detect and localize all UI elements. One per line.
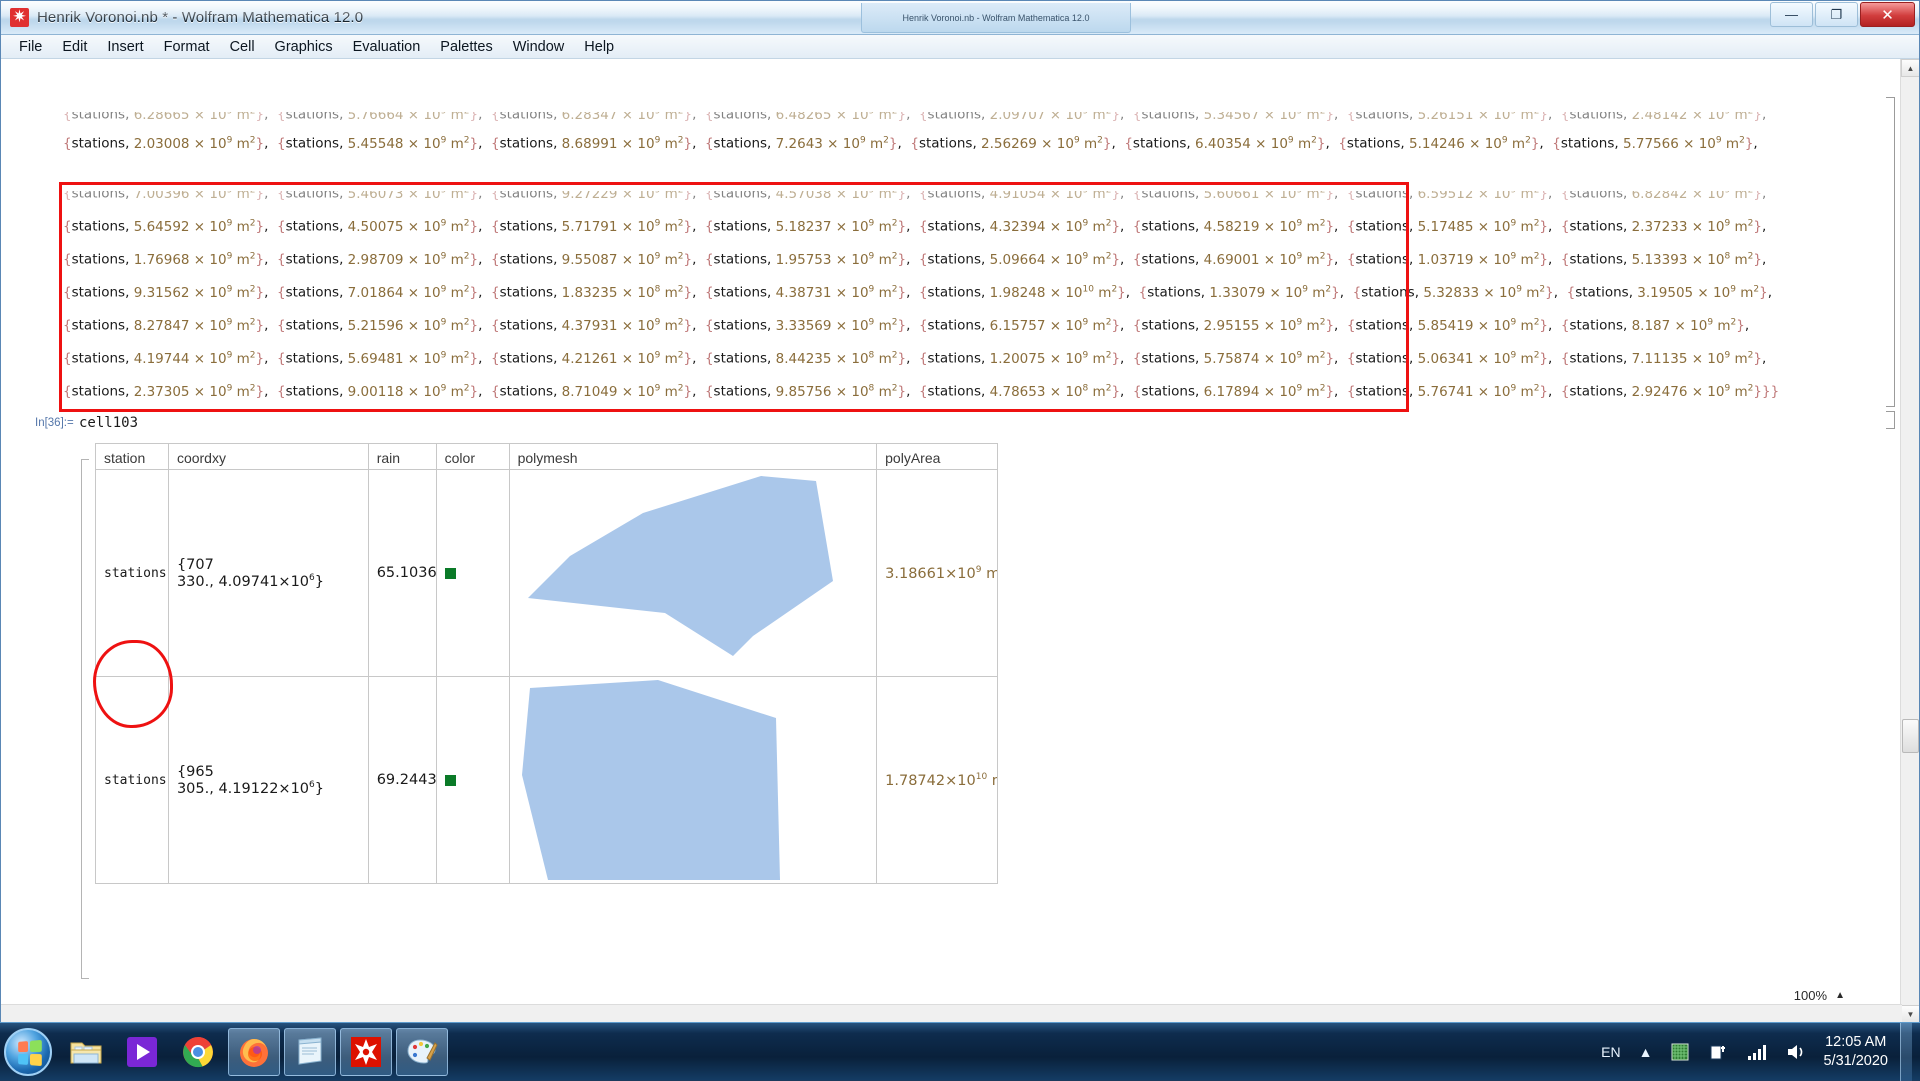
clock-time: 12:05 AM: [1823, 1033, 1888, 1052]
cell-polymesh[interactable]: [510, 677, 878, 884]
cell-rain: 69.2443: [369, 677, 437, 884]
mathematica-window: Henrik Voronoi.nb * - Wolfram Mathematic…: [0, 0, 1920, 1022]
desktop-background: Henrik Voronoi.nb * - Wolfram Mathematic…: [0, 0, 1920, 1080]
menu-item-window[interactable]: Window: [503, 36, 575, 58]
table-row[interactable]: stations {707 330., 4.09741×106} 65.1036: [96, 470, 998, 677]
menu-item-file[interactable]: File: [9, 36, 52, 58]
menu-item-help[interactable]: Help: [574, 36, 624, 58]
notebook-vertical-scrollbar[interactable]: ▲ ▼: [1900, 59, 1919, 1023]
google-chrome-icon[interactable]: [172, 1028, 224, 1076]
menu-item-format[interactable]: Format: [154, 36, 220, 58]
window-controls: — ❐ ✕: [1770, 2, 1915, 27]
scrollbar-thumb[interactable]: [1902, 719, 1919, 753]
grid-output-table: station coordxy rain color polymesh poly…: [95, 443, 998, 884]
cell-station: stations: [96, 677, 169, 884]
notebook-canvas[interactable]: {stations, 6.28665 × 109 m2}, {stations,…: [1, 59, 1919, 1023]
media-player-icon[interactable]: [116, 1028, 168, 1076]
show-hidden-icons-arrow[interactable]: ▲: [1639, 1044, 1653, 1060]
menu-item-palettes[interactable]: Palettes: [430, 36, 502, 58]
clock-date: 5/31/2020: [1823, 1052, 1888, 1071]
output-cell-bracket[interactable]: [1886, 97, 1895, 407]
volume-icon[interactable]: [1786, 1043, 1808, 1061]
cell-polyarea: 1.78742×1010 m2: [877, 677, 998, 884]
window-titlebar[interactable]: Henrik Voronoi.nb * - Wolfram Mathematic…: [1, 1, 1919, 35]
menu-item-graphics[interactable]: Graphics: [265, 36, 343, 58]
scroll-up-arrow[interactable]: ▲: [1901, 59, 1919, 77]
menu-item-edit[interactable]: Edit: [52, 36, 97, 58]
voronoi-polygon-1: [518, 473, 868, 673]
cell-rain: 65.1036: [369, 470, 437, 677]
cell-coordxy: {965 305., 4.19122×106}: [169, 677, 369, 884]
menu-item-insert[interactable]: Insert: [97, 36, 153, 58]
wolfram-mathematica-icon[interactable]: [340, 1028, 392, 1076]
menu-item-cell[interactable]: Cell: [220, 36, 265, 58]
window-thumbnail-preview[interactable]: Henrik Voronoi.nb - Wolfram Mathematica …: [861, 3, 1131, 33]
zoom-level-indicator[interactable]: 100%: [1794, 988, 1827, 1003]
input-cell-expression[interactable]: cell103: [79, 415, 138, 431]
zoom-caret-icon[interactable]: ▲: [1835, 990, 1845, 1001]
scroll-down-arrow[interactable]: ▼: [1901, 1005, 1919, 1023]
color-swatch: [445, 568, 456, 579]
column-header-coordxy: coordxy: [169, 444, 369, 470]
output-expression-row: {stations, 2.37305 × 109 m2}, {stations,…: [63, 383, 1779, 400]
cell-station: stations: [96, 470, 169, 677]
wolfram-spikey-icon: [10, 8, 29, 27]
output-expression-row: {stations, 1.76968 × 109 m2}, {stations,…: [63, 251, 1771, 268]
output-expression-row: {stations, 5.64592 × 109 m2}, {stations,…: [63, 218, 1771, 235]
output-expression-row: {stations, 4.19744 × 109 m2}, {stations,…: [63, 350, 1771, 367]
output-expression-row: {stations, 7.00396 × 109 m2}, {stations,…: [63, 185, 1771, 202]
maximize-button[interactable]: ❐: [1815, 2, 1858, 27]
input-line-label: In[36]:=: [35, 417, 74, 429]
taskbar-clock[interactable]: 12:05 AM 5/31/2020: [1823, 1033, 1888, 1071]
show-desktop-button[interactable]: [1900, 1023, 1912, 1081]
cell-color: [437, 470, 510, 677]
column-header-rain: rain: [369, 444, 437, 470]
cell-color: [437, 677, 510, 884]
output-expression-row: {stations, 6.28665 × 109 m2}, {stations,…: [63, 106, 1771, 123]
system-tray: EN ▲: [1592, 1023, 1920, 1081]
input-cell-bracket[interactable]: [1886, 411, 1895, 429]
cell-polymesh[interactable]: [510, 470, 878, 677]
thumbnail-label: Henrik Voronoi.nb - Wolfram Mathematica …: [903, 13, 1090, 23]
windows-logo-icon: [18, 1039, 42, 1065]
close-button[interactable]: ✕: [1860, 2, 1915, 27]
paint-icon[interactable]: [396, 1028, 448, 1076]
network-icon[interactable]: [1746, 1043, 1768, 1061]
window-title: Henrik Voronoi.nb * - Wolfram Mathematic…: [37, 9, 363, 26]
windows-taskbar: EN ▲: [0, 1022, 1920, 1080]
output-expression-row: {stations, 9.31562 × 109 m2}, {stations,…: [63, 284, 1776, 301]
column-header-station: station: [96, 444, 169, 470]
output-expression-row: {stations, 8.27847 × 109 m2}, {stations,…: [63, 317, 1753, 334]
column-header-polyarea: polyArea: [877, 444, 998, 470]
column-header-color: color: [437, 444, 510, 470]
color-swatch: [445, 775, 456, 786]
removable-media-icon[interactable]: [1708, 1042, 1728, 1062]
table-header-row: station coordxy rain color polymesh poly…: [96, 444, 998, 470]
output-expression-row: {stations, 2.03008 × 109 m2}, {stations,…: [63, 135, 1762, 152]
cell-coordxy: {707 330., 4.09741×106}: [169, 470, 369, 677]
column-header-polymesh: polymesh: [510, 444, 878, 470]
table-row[interactable]: stations {965 305., 4.19122×106} 69.2443: [96, 677, 998, 884]
cell-polyarea: 3.18661×109 m2: [877, 470, 998, 677]
grid-output-cell-bracket[interactable]: [81, 459, 89, 979]
notebook-horizontal-scrollbar[interactable]: [1, 1004, 1902, 1023]
notepad-icon[interactable]: [284, 1028, 336, 1076]
action-center-icon[interactable]: [1670, 1042, 1690, 1062]
menu-bar: File Edit Insert Format Cell Graphics Ev…: [1, 35, 1919, 59]
minimize-button[interactable]: —: [1770, 2, 1813, 27]
menu-item-evaluation[interactable]: Evaluation: [343, 36, 431, 58]
start-button[interactable]: [4, 1028, 52, 1076]
language-indicator[interactable]: EN: [1601, 1044, 1620, 1060]
firefox-icon[interactable]: [228, 1028, 280, 1076]
voronoi-polygon-2: [518, 680, 868, 880]
windows-explorer-icon[interactable]: [60, 1028, 112, 1076]
